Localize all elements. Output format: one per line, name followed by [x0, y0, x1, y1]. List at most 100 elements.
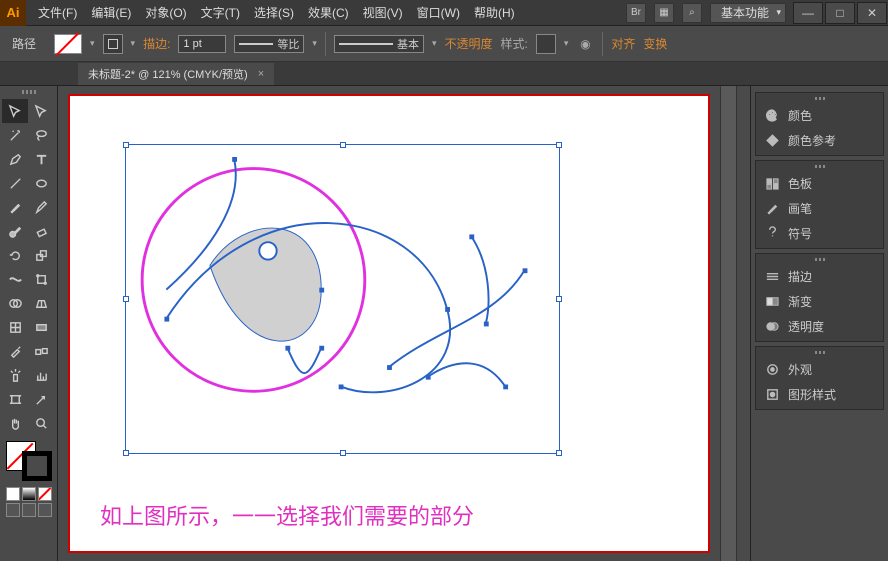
panel-label: 描边 — [788, 268, 812, 285]
main-area: 如上图所示，一一选择我们需要的部分 颜色 颜色参考 色板 画 — [0, 86, 888, 561]
dash-dropdown[interactable]: 等比 — [234, 35, 304, 53]
artboard[interactable]: 如上图所示，一一选择我们需要的部分 — [68, 94, 710, 553]
minimize-button[interactable]: — — [793, 2, 823, 24]
tool-width[interactable] — [2, 267, 28, 291]
align-label[interactable]: 对齐 — [611, 35, 635, 52]
tool-type[interactable] — [29, 147, 55, 171]
tool-shape[interactable] — [29, 171, 55, 195]
panel-transparency[interactable]: 透明度 — [756, 314, 883, 339]
panel-color-guide[interactable]: 颜色参考 — [756, 128, 883, 153]
style-swatch[interactable] — [536, 34, 556, 54]
panel-symbols[interactable]: 符号 — [756, 221, 883, 246]
tool-artboard[interactable] — [2, 387, 28, 411]
tool-perspective[interactable] — [29, 291, 55, 315]
draw-inside[interactable] — [38, 503, 52, 517]
draw-normal[interactable] — [6, 503, 20, 517]
panel-stroke[interactable]: 描边 — [756, 264, 883, 289]
menu-type[interactable]: 文字(T) — [195, 0, 246, 25]
title-bar: Ai 文件(F) 编辑(E) 对象(O) 文字(T) 选择(S) 效果(C) 视… — [0, 0, 888, 26]
bridge-icon[interactable]: Br — [626, 3, 646, 23]
panel-label: 色板 — [788, 175, 812, 192]
dash-caret-icon[interactable]: ▾ — [312, 38, 317, 49]
handle-bot-mid[interactable] — [340, 450, 346, 456]
tool-slice[interactable] — [29, 387, 55, 411]
handle-bot-left[interactable] — [123, 450, 129, 456]
draw-behind[interactable] — [22, 503, 36, 517]
tool-eraser[interactable] — [29, 219, 55, 243]
tool-direct-select[interactable] — [29, 99, 55, 123]
menu-select[interactable]: 选择(S) — [248, 0, 300, 25]
collapsed-dock[interactable] — [736, 86, 750, 561]
arrange-docs-icon[interactable]: ▦ — [654, 3, 674, 23]
panel-graphic-styles[interactable]: 图形样式 — [756, 382, 883, 407]
stroke-icon — [764, 269, 780, 285]
panel-group-appearance: 外观 图形样式 — [755, 346, 884, 410]
panel-color[interactable]: 颜色 — [756, 103, 883, 128]
recolor-icon[interactable]: ◉ — [576, 35, 594, 53]
mode-gradient[interactable] — [22, 487, 36, 501]
tab-close-icon[interactable]: × — [258, 68, 264, 80]
menu-view[interactable]: 视图(V) — [357, 0, 409, 25]
tool-eyedropper[interactable] — [2, 339, 28, 363]
panel-gradient[interactable]: 渐变 — [756, 289, 883, 314]
vertical-scrollbar[interactable] — [720, 86, 736, 561]
panel-group-color: 颜色 颜色参考 — [755, 92, 884, 156]
profile-dropdown[interactable]: 基本 — [334, 35, 424, 53]
fill-dropdown-icon[interactable]: ▾ — [90, 38, 95, 49]
menu-help[interactable]: 帮助(H) — [468, 0, 521, 25]
stroke-dropdown-icon[interactable]: ▾ — [131, 38, 136, 49]
tool-pencil[interactable] — [29, 195, 55, 219]
stroke-swatch[interactable] — [103, 34, 123, 54]
tool-zoom[interactable] — [29, 411, 55, 435]
panel-swatches[interactable]: 色板 — [756, 171, 883, 196]
selection-bounding-box[interactable] — [125, 144, 560, 454]
tool-symbol-spray[interactable] — [2, 363, 28, 387]
close-button[interactable]: ✕ — [857, 2, 887, 24]
mode-none[interactable] — [38, 487, 52, 501]
handle-top-right[interactable] — [556, 142, 562, 148]
transform-label[interactable]: 变换 — [643, 35, 667, 52]
control-bar: 路径 ▾ ▾ 描边: 等比 ▾ 基本 ▾ 不透明度 样式: ▾ ◉ 对齐 变换 — [0, 26, 888, 62]
tool-pen[interactable] — [2, 147, 28, 171]
panel-appearance[interactable]: 外观 — [756, 357, 883, 382]
document-tab[interactable]: 未标题-2* @ 121% (CMYK/预览) × — [78, 63, 274, 85]
handle-right-mid[interactable] — [556, 296, 562, 302]
tool-shape-builder[interactable] — [2, 291, 28, 315]
tool-brush[interactable] — [2, 195, 28, 219]
mode-color[interactable] — [6, 487, 20, 501]
handle-left-mid[interactable] — [123, 296, 129, 302]
fill-stroke-control[interactable] — [4, 439, 54, 483]
opacity-label[interactable]: 不透明度 — [444, 35, 492, 52]
panel-brushes[interactable]: 画笔 — [756, 196, 883, 221]
tool-magic-wand[interactable] — [2, 123, 28, 147]
tool-hand[interactable] — [2, 411, 28, 435]
style-caret-icon[interactable]: ▾ — [564, 38, 569, 49]
tool-scale[interactable] — [29, 243, 55, 267]
tool-lasso[interactable] — [29, 123, 55, 147]
tool-selection[interactable] — [2, 99, 28, 123]
tool-gradient[interactable] — [29, 315, 55, 339]
handle-top-left[interactable] — [123, 142, 129, 148]
menu-window[interactable]: 窗口(W) — [411, 0, 466, 25]
search-icon[interactable]: ⌕ — [682, 3, 702, 23]
fill-swatch[interactable] — [54, 34, 82, 54]
menu-edit[interactable]: 编辑(E) — [85, 0, 137, 25]
tool-blend[interactable] — [29, 339, 55, 363]
stroke-label[interactable]: 描边: — [143, 35, 170, 52]
menu-effect[interactable]: 效果(C) — [302, 0, 355, 25]
tool-line[interactable] — [2, 171, 28, 195]
toolbox-grip[interactable] — [2, 90, 55, 96]
tool-free-transform[interactable] — [29, 267, 55, 291]
tool-mesh[interactable] — [2, 315, 28, 339]
profile-caret-icon[interactable]: ▾ — [432, 38, 437, 49]
menu-file[interactable]: 文件(F) — [32, 0, 83, 25]
menu-object[interactable]: 对象(O) — [139, 0, 192, 25]
tool-blob-brush[interactable] — [2, 219, 28, 243]
stroke-weight-input[interactable] — [178, 35, 226, 53]
handle-bot-right[interactable] — [556, 450, 562, 456]
maximize-button[interactable]: □ — [825, 2, 855, 24]
workspace-switcher[interactable]: 基本功能 — [710, 3, 786, 23]
handle-top-mid[interactable] — [340, 142, 346, 148]
tool-rotate[interactable] — [2, 243, 28, 267]
tool-graph[interactable] — [29, 363, 55, 387]
